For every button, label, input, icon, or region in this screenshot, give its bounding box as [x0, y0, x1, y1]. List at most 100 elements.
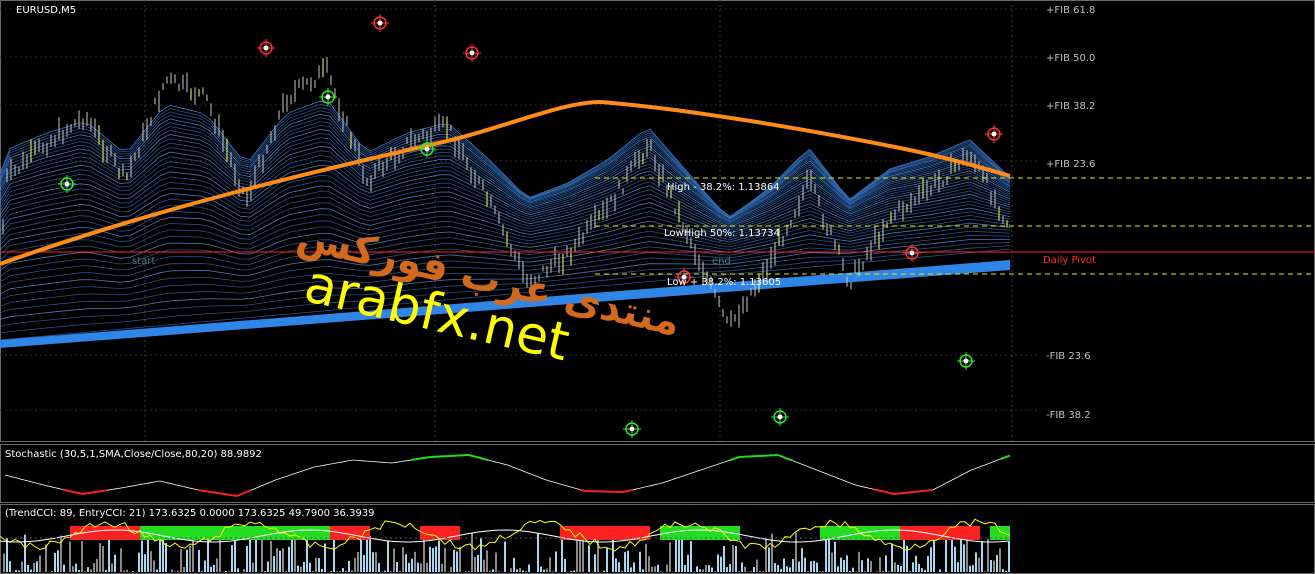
cci-histogram-bar [177, 570, 179, 572]
stochastic-segment [937, 484, 943, 488]
symbol-label: EURUSD,M5 [16, 5, 76, 16]
fib-label-23: +FIB 23.6 [1046, 159, 1095, 170]
stochastic-segment [294, 471, 300, 474]
cci-histogram-bar [489, 570, 491, 572]
stochastic-segment [879, 489, 885, 493]
stochastic-segment [623, 489, 629, 493]
stochastic-segment [802, 464, 808, 467]
cci-histogram-bar [6, 538, 8, 572]
cci-histogram-bar [408, 562, 410, 572]
cci-histogram-bar [81, 541, 83, 572]
start-label: start [132, 256, 155, 267]
cci-histogram-bar [171, 569, 173, 572]
stochastic-segment [637, 487, 643, 489]
cci-histogram-bar [597, 534, 599, 572]
cci-histogram-bar [183, 567, 185, 572]
stochastic-segment [633, 488, 639, 491]
cci-histogram-bar [960, 535, 962, 572]
cci-histogram-bar [603, 570, 605, 572]
stochastic-segment [130, 485, 136, 487]
stochastic-segment [497, 462, 503, 465]
cci-histogram-bar [273, 556, 275, 572]
cci-histogram-bar [678, 537, 680, 572]
cci-histogram-bar [852, 567, 854, 572]
stochastic-segment [869, 488, 875, 490]
stochastic-segment [913, 490, 919, 493]
cci-histogram-bar [396, 562, 398, 572]
marker-dot [469, 50, 475, 56]
stochastic-segment [995, 458, 1001, 462]
cci-histogram-bar [765, 539, 767, 572]
cci-histogram-bar [894, 562, 896, 572]
cci-histogram-bar [606, 547, 608, 572]
fib-label-50: +FIB 50.0 [1046, 53, 1095, 64]
cci-histogram-bar [528, 564, 530, 572]
cci-histogram-bar [354, 558, 356, 572]
lowhigh-fib-label: LowHigh 50%: 1.13734 [664, 228, 780, 239]
cci-histogram-bar [885, 555, 887, 572]
stochastic-segment [492, 460, 498, 463]
cci-histogram-bar [387, 541, 389, 572]
stochastic-segment [806, 465, 813, 469]
cci-histogram-bar [321, 569, 323, 572]
stochastic-segment [642, 486, 648, 488]
cci-histogram-bar [786, 566, 788, 572]
stochastic-segment [4, 474, 10, 477]
cci-histogram-bar [702, 569, 704, 572]
fractal-marker [371, 14, 389, 32]
cci-histogram-bar [753, 567, 755, 572]
cci-histogram-bar [540, 566, 542, 572]
stochastic-segment [24, 479, 30, 482]
stochastic-segment [309, 466, 315, 469]
cci-histogram-bar [165, 543, 167, 572]
stochastic-segment [864, 486, 870, 489]
stochastic-segment [217, 492, 223, 495]
cci-histogram-bar [777, 565, 779, 572]
cci-histogram-bar [687, 554, 689, 572]
cci-histogram-bar [912, 562, 914, 572]
cci-histogram-bar [204, 560, 206, 572]
cci-histogram-bar [984, 571, 986, 572]
stochastic-segment [120, 486, 126, 489]
cci-histogram-bar [990, 560, 992, 572]
cci-histogram-bar [303, 562, 305, 572]
stochastic-segment [333, 462, 339, 464]
stochastic-segment [48, 485, 54, 488]
cci-histogram-bar [486, 550, 488, 572]
stochastic-segment [473, 455, 479, 459]
cci-histogram-bar [546, 568, 548, 572]
stochastic-segment [579, 488, 586, 492]
cci-histogram-bar [735, 546, 737, 572]
stochastic-segment [169, 482, 175, 485]
cci-histogram-bar [819, 571, 821, 572]
stochastic-segment [956, 474, 962, 478]
cci-histogram-bar [762, 571, 764, 572]
stochastic-segment [922, 489, 929, 492]
stochastic-segment [536, 475, 542, 479]
stochastic-segment [927, 489, 933, 492]
cci-histogram-bar [993, 560, 995, 572]
cci-histogram-bar [618, 562, 620, 572]
cci-histogram-bar [816, 562, 818, 572]
cci-histogram-bar [951, 535, 953, 572]
cci-histogram-bar [645, 544, 647, 572]
stochastic-segment [106, 489, 112, 491]
cci-histogram-bar [780, 568, 782, 572]
fractal-marker [257, 39, 275, 57]
cci-histogram-bar [24, 534, 26, 572]
cci-histogram-bar [339, 571, 341, 572]
cci-histogram-bar [312, 570, 314, 572]
stochastic-segment [256, 485, 262, 489]
cci-histogram-bar [699, 569, 701, 572]
cci-histogram-bar [810, 561, 812, 572]
cci-histogram-bar [237, 568, 239, 572]
cci-histogram-bar [207, 540, 209, 572]
cci-histogram-bar [681, 537, 683, 572]
stochastic-segment [58, 488, 64, 490]
stochastic-segment [410, 458, 416, 461]
stochastic-segment [198, 489, 204, 492]
stochastic-segment [67, 489, 73, 493]
stochastic-segment [328, 463, 334, 465]
stochastic-segment [681, 474, 687, 477]
cci-histogram-bar [915, 555, 917, 572]
